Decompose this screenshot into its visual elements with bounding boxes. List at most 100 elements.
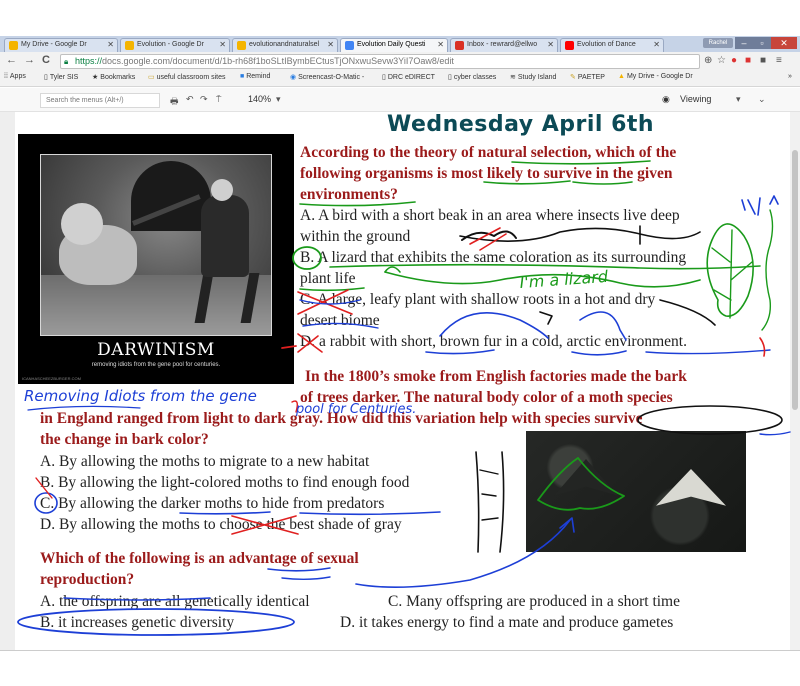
screen-top-margin [0, 0, 800, 36]
tab-evolution-daily-questions[interactable]: Evolution Daily Questi ✕ [340, 38, 448, 52]
zoom-icon[interactable]: ⊕ [704, 55, 712, 66]
tab-label: Evolution Daily Questi [357, 41, 426, 48]
reload-icon[interactable]: C [42, 54, 50, 66]
extension-icon[interactable]: ■ [760, 55, 766, 66]
star-icon[interactable]: ☆ [717, 55, 726, 66]
undo-icon[interactable]: ↶ [186, 94, 194, 105]
screencast-icon: ◉ [290, 74, 297, 81]
extension-icon[interactable]: ■ [745, 55, 751, 66]
q2-line3: in England ranged from light to dark gra… [40, 410, 643, 427]
eye-icon: ◉ [662, 94, 670, 104]
tab-inbox[interactable]: Inbox - rewrard@ellwo ✕ [450, 38, 558, 52]
url-text: docs.google.com/document/d/1b-rh68f1boSL… [102, 56, 454, 66]
bookmark-paetep[interactable]: ✎ PAETEP [570, 73, 605, 81]
tab-label: My Drive - Google Dr [21, 41, 87, 48]
poster-watermark: ICANHASCHEEZBURGER.COM [22, 376, 81, 381]
page-icon: ▯ [382, 74, 386, 81]
bookmark-my-drive[interactable]: ▲ My Drive - Google Dr [618, 73, 693, 80]
q2-option-c: C. By allowing the darker moths to hide … [40, 495, 385, 512]
q2-option-b: B. By allowing the light-colored moths t… [40, 474, 410, 491]
tab-evolution[interactable]: Evolution - Google Dr ✕ [120, 38, 230, 52]
q1-option-a-cont: within the ground [300, 228, 411, 245]
zoom-select[interactable]: 140% [248, 94, 271, 104]
gmail-icon [455, 41, 464, 50]
bookmark-useful-classroom-sites[interactable]: ▭ useful classroom sites [148, 73, 225, 81]
tab-evolution-natural-selection[interactable]: evolutionandnaturalsel ✕ [232, 38, 338, 52]
taskbar [0, 650, 800, 686]
peppered-moth-photo [526, 431, 746, 552]
bookmark-apps[interactable]: ⁞⁞ Apps [4, 73, 26, 80]
print-icon[interactable]: 🖶︎ [170, 94, 179, 110]
tab-label: evolutionandnaturalsel [249, 41, 320, 48]
q1-option-c: C. A large, leafy plant with shallow roo… [300, 291, 656, 308]
minimize-icon[interactable]: ‒ [735, 37, 753, 49]
maximize-icon[interactable]: ▫ [753, 37, 771, 49]
close-icon[interactable]: ✕ [437, 40, 444, 49]
bookmark-bookmarks[interactable]: ★ Bookmarks [92, 73, 135, 81]
q3-option-b: B. it increases genetic diversity [40, 614, 235, 631]
close-window-icon[interactable]: ✕ [771, 37, 797, 49]
q3-option-c: C. Many offspring are produced in a shor… [388, 593, 680, 610]
bookmark-study-island[interactable]: ≋ Study Island [510, 73, 556, 81]
url-scheme: https:// [75, 56, 103, 66]
bookmark-remind[interactable]: ■ Remind [240, 73, 270, 80]
drive-icon [125, 41, 134, 50]
close-icon[interactable]: ✕ [653, 40, 660, 49]
pencil-icon: ✎ [570, 74, 576, 81]
q1-option-d: D. a rabbit with short, brown fur in a c… [300, 333, 687, 350]
tab-label: Evolution - Google Dr [137, 41, 204, 48]
collapse-icon[interactable]: ⌄ [758, 94, 766, 105]
chevron-down-icon[interactable]: ▾ [276, 94, 281, 105]
tab-label: Inbox - rewrard@ellwo [467, 41, 538, 48]
q3-line2: reproduction? [40, 571, 135, 588]
tab-evolution-of-dance[interactable]: Evolution of Dance ✕ [560, 38, 664, 52]
bookmark-cyber-classes[interactable]: ▯ cyber classes [448, 73, 496, 81]
page-icon: ▯ [44, 74, 48, 81]
redo-icon[interactable]: ↷ [200, 94, 208, 105]
q1-line1: According to the theory of natural selec… [300, 144, 677, 161]
q3-option-d: D. it takes energy to find a mate and pr… [340, 614, 674, 631]
menu-search-input[interactable]: Search the menus (Alt+/) [40, 93, 160, 108]
page-icon: ▯ [448, 74, 452, 81]
bookmark-screencast[interactable]: ◉ Screencast-O-Matic - [290, 73, 364, 81]
close-icon[interactable]: ✕ [107, 40, 114, 49]
url-input[interactable]: 🔒︎ https://docs.google.com/document/d/1b… [60, 54, 700, 69]
island-icon: ≋ [510, 74, 516, 81]
close-icon[interactable]: ✕ [547, 40, 554, 49]
close-icon[interactable]: ✕ [219, 40, 226, 49]
paint-format-icon[interactable]: ⍑ [216, 94, 221, 105]
q2-line2: of trees darker. The natural body color … [300, 389, 673, 406]
q1-line2: following organisms is most likely to su… [300, 165, 673, 182]
back-icon[interactable]: ← [6, 54, 17, 66]
close-icon[interactable]: ✕ [327, 40, 334, 49]
apps-icon: ⁞⁞ [4, 73, 8, 80]
drive-icon [9, 41, 18, 50]
address-bar-row: ← → C 🔒︎ https://docs.google.com/documen… [0, 52, 800, 71]
chevron-down-icon[interactable]: ▾ [736, 94, 741, 105]
bookmarks-overflow-icon[interactable]: » [788, 73, 792, 80]
bookmark-drc-edirect[interactable]: ▯ DRC eDIRECT [382, 73, 435, 81]
q2-option-d: D. By allowing the moths to choose the b… [40, 516, 402, 533]
pinterest-icon[interactable]: ● [731, 55, 737, 66]
q1-option-b: B. A lizard that exhibits the same color… [300, 249, 687, 266]
poster-title: DARWINISM [97, 340, 215, 360]
tab-my-drive[interactable]: My Drive - Google Dr ✕ [4, 38, 118, 52]
menu-icon[interactable]: ≡ [776, 55, 782, 66]
scrollbar-thumb[interactable] [792, 150, 798, 410]
profile-badge[interactable]: Rachel [703, 38, 733, 48]
darwinism-poster: DARWINISM removing idiots from the gene … [18, 134, 294, 384]
bookmark-tyler-sis[interactable]: ▯ Tyler SIS [44, 73, 78, 81]
forward-icon[interactable]: → [24, 54, 35, 66]
drive-icon: ▲ [618, 73, 625, 80]
q1-option-a: A. A bird with a short beak in an area w… [300, 207, 680, 224]
slides-icon [237, 41, 246, 50]
q3-option-a: A. the offspring are all genetically ide… [40, 593, 310, 610]
page-title: Wednesday April 6th [387, 112, 655, 137]
bookmarks-bar: ⁞⁞ Apps ▯ Tyler SIS ★ Bookmarks ▭ useful cla… [0, 71, 800, 87]
folder-icon: ▭ [148, 74, 155, 81]
mode-select[interactable]: Viewing [680, 94, 711, 104]
poster-caption: removing idiots from the gene pool for c… [91, 362, 221, 368]
docs-icon [345, 41, 354, 50]
q2-line4: the change in bark color? [40, 431, 209, 448]
lion-photo [40, 154, 272, 336]
